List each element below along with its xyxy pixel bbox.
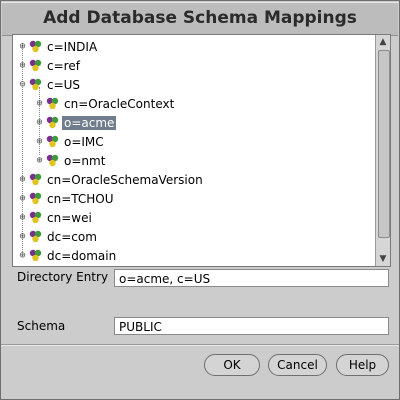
- tree-node-label[interactable]: cn=OracleContext: [62, 97, 176, 111]
- scroll-down-button[interactable]: ▼: [376, 252, 390, 266]
- tree-node[interactable]: ⊕ dc=com: [18, 227, 99, 246]
- ldap-entry-icon: [29, 211, 45, 224]
- add-schema-mappings-dialog: Add Database Schema Mappings ⊕ c=INDIA ⊕ c=…: [0, 0, 400, 400]
- ldap-entry-icon: [29, 78, 45, 91]
- tree-node-label[interactable]: c=ref: [45, 59, 82, 73]
- tree-node-label[interactable]: cn=TCHOU: [45, 192, 116, 206]
- tree-node-label[interactable]: cn=OracleSchemaVersion: [45, 173, 205, 187]
- tree-node-label[interactable]: cn=wei: [45, 211, 94, 225]
- expand-toggle-icon[interactable]: ⊕: [18, 251, 27, 261]
- tree-node-label[interactable]: c=US: [45, 78, 82, 92]
- ldap-entry-icon: [46, 135, 62, 148]
- ldap-entry-icon: [29, 230, 45, 243]
- schema-label: Schema: [17, 319, 66, 333]
- dialog-title: Add Database Schema Mappings: [43, 8, 357, 28]
- tree-node[interactable]: ⊕ c=ref: [18, 56, 82, 75]
- tree-node[interactable]: ⊕ cn=wei: [18, 208, 94, 227]
- schema-field[interactable]: PUBLIC: [114, 317, 389, 335]
- scroll-up-icon: ▲: [379, 37, 387, 47]
- ldap-entry-icon: [29, 40, 45, 53]
- tree-node[interactable]: ⊕ dc=domain: [18, 246, 118, 265]
- tree-node[interactable]: ⊖ c=US: [18, 75, 82, 94]
- ldap-entry-icon: [46, 97, 62, 110]
- tree-node[interactable]: ⊕ c=INDIA: [18, 37, 99, 56]
- tree-node[interactable]: ⊕ cn=TCHOU: [18, 189, 116, 208]
- ldap-entry-icon: [46, 116, 62, 129]
- tree-node-label[interactable]: o=nmt: [62, 154, 107, 168]
- tree-node-label[interactable]: dc=domain: [45, 249, 118, 263]
- scroll-up-button[interactable]: ▲: [376, 35, 390, 49]
- tree-node[interactable]: ⊕ o=IMC: [35, 132, 106, 151]
- ok-button[interactable]: OK: [204, 354, 260, 376]
- directory-entry-label: Directory Entry: [17, 270, 109, 284]
- expand-toggle-icon[interactable]: ⊕: [18, 232, 27, 242]
- collapse-toggle-icon[interactable]: ⊖: [18, 80, 27, 90]
- expand-toggle-icon[interactable]: ⊕: [18, 61, 27, 71]
- ldap-entry-icon: [29, 173, 45, 186]
- directory-entry-field[interactable]: o=acme, c=US: [114, 269, 389, 287]
- ldap-entry-icon: [46, 154, 62, 167]
- scrollbar-thumb[interactable]: [378, 50, 390, 238]
- button-divider: [1, 344, 399, 346]
- cancel-button[interactable]: Cancel: [268, 354, 327, 376]
- expand-toggle-icon[interactable]: ⊕: [35, 99, 44, 109]
- expand-toggle-icon[interactable]: ⊕: [18, 194, 27, 204]
- ldap-entry-icon: [29, 249, 45, 262]
- titlebar-highlight: [2, 2, 398, 3]
- expand-toggle-icon[interactable]: ⊕: [18, 42, 27, 52]
- tree-node-label[interactable]: o=acme: [62, 115, 117, 130]
- tree-node[interactable]: ⊕ cn=OracleContext: [35, 94, 176, 113]
- tree-node[interactable]: ⊕ o=acme: [35, 113, 117, 132]
- ldap-entry-icon: [29, 59, 45, 72]
- expand-toggle-icon[interactable]: ⊕: [35, 118, 44, 128]
- tree-vertical-scrollbar[interactable]: ▲ ▼: [375, 35, 390, 266]
- tree-node-label[interactable]: o=IMC: [62, 135, 106, 149]
- tree-node-label[interactable]: c=INDIA: [45, 40, 99, 54]
- expand-toggle-icon[interactable]: ⊕: [18, 213, 27, 223]
- ldap-entry-icon: [29, 192, 45, 205]
- tree-node-label[interactable]: dc=com: [45, 230, 99, 244]
- scroll-down-icon: ▼: [379, 254, 387, 264]
- help-button[interactable]: Help: [336, 354, 389, 376]
- directory-tree: ⊕ c=INDIA ⊕ c=ref ⊖ c=US ⊕ cn=OracleContext ⊕ o=a…: [13, 35, 375, 266]
- dialog-titlebar: Add Database Schema Mappings: [2, 2, 398, 36]
- tree-node[interactable]: ⊕ cn=OracleSchemaVersion: [18, 170, 205, 189]
- expand-toggle-icon[interactable]: ⊕: [35, 156, 44, 166]
- tree-node[interactable]: ⊕ o=nmt: [35, 151, 107, 170]
- expand-toggle-icon[interactable]: ⊕: [35, 137, 44, 147]
- expand-toggle-icon[interactable]: ⊕: [18, 175, 27, 185]
- directory-tree-panel: ⊕ c=INDIA ⊕ c=ref ⊖ c=US ⊕ cn=OracleContext ⊕ o=a…: [12, 34, 391, 267]
